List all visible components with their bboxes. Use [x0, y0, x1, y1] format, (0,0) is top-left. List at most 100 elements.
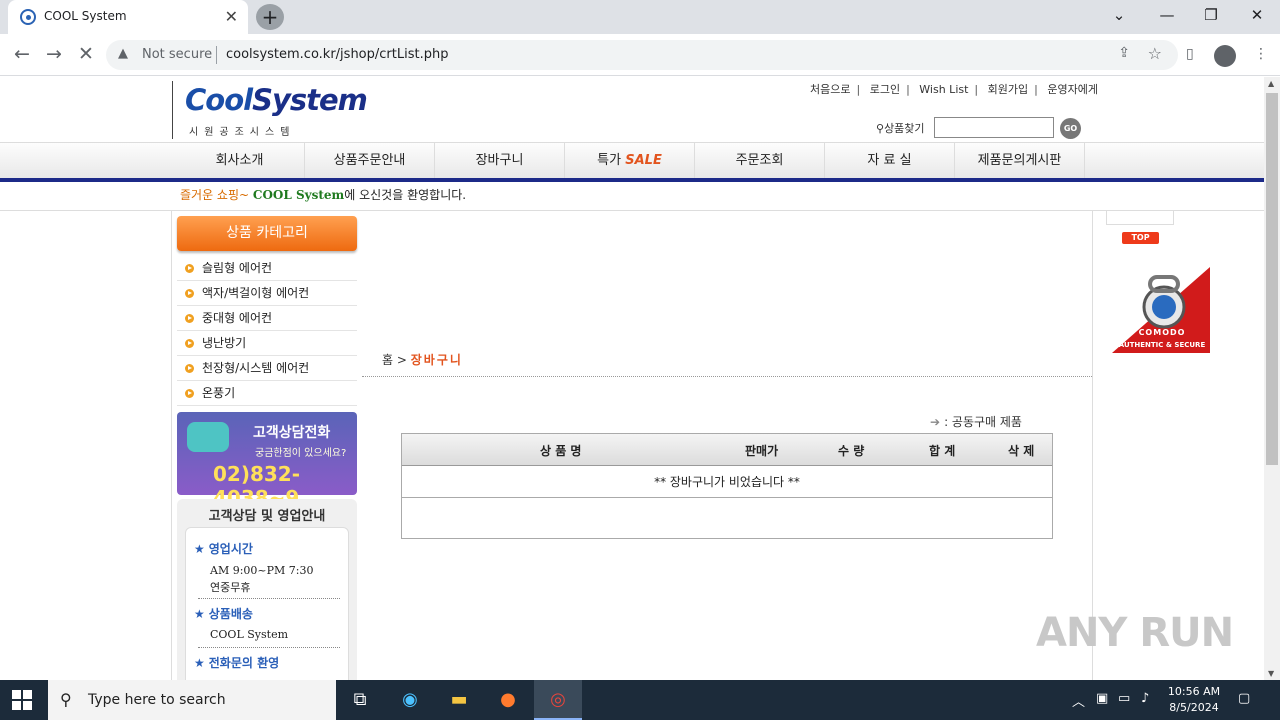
notifications-icon[interactable]: ▢: [1238, 691, 1250, 706]
nav-order-lookup[interactable]: 주문조회: [695, 143, 825, 178]
top-links: 처음으로 | 로그인 | Wish List | 회원가입 | 운영자에게: [810, 83, 1098, 96]
top-button[interactable]: TOP: [1122, 232, 1159, 244]
side-panel-icon[interactable]: ▯: [1186, 46, 1194, 62]
battery-icon[interactable]: ▭: [1118, 691, 1130, 706]
telephone-icon: [187, 422, 229, 452]
site-logo[interactable]: CoolSystem 시원공조시스템: [172, 81, 368, 139]
browser-tab[interactable]: COOL System ✕: [8, 0, 248, 34]
star-icon: ★: [194, 607, 205, 621]
breadcrumb: 홈 > 장바구니: [382, 351, 463, 368]
stop-loading-button[interactable]: ✕: [73, 43, 99, 65]
delivery-label: ★ 상품배송: [194, 607, 253, 621]
link-join[interactable]: 회원가입: [988, 83, 1028, 96]
firefox-icon[interactable]: ●: [484, 680, 532, 720]
link-home[interactable]: 처음으로: [810, 83, 850, 96]
bullet-icon: [185, 364, 194, 373]
browser-toolbar: ← → ✕ ▲ Not secure coolsystem.co.kr/jsho…: [0, 34, 1280, 76]
windows-taskbar: ⚲ Type here to search ⧉ ◉ ▬ ● ◎ ︿ ▣ ▭ ♪ …: [0, 680, 1280, 720]
profile-avatar-icon[interactable]: [1214, 45, 1236, 67]
bullet-icon: [185, 339, 194, 348]
file-explorer-icon[interactable]: ▬: [435, 680, 483, 720]
scroll-up-icon[interactable]: ▲: [1268, 79, 1274, 88]
logo-subtitle: 시원공조시스템: [189, 127, 296, 138]
category-item[interactable]: 슬림형 에어컨: [177, 256, 357, 281]
close-window-button[interactable]: ✕: [1242, 6, 1272, 24]
back-button[interactable]: ←: [9, 43, 35, 65]
volume-icon[interactable]: ♪: [1141, 691, 1149, 706]
group-buy-legend: ➔: 공동구매 제품: [930, 415, 1022, 429]
chrome-icon[interactable]: ◎: [534, 680, 582, 720]
customer-phone-banner[interactable]: 고객상담전화 궁금한점이 있으세요? 02)832-4038~9: [177, 412, 357, 510]
search-icon: ⚲: [876, 122, 885, 135]
bullet-icon: [185, 289, 194, 298]
nav-sale[interactable]: 특가 SALE: [565, 143, 695, 178]
nav-order-guide[interactable]: 상품주문안내: [305, 143, 435, 178]
badge-text: AUTHENTIC & SECURE: [1119, 341, 1206, 349]
nav-company[interactable]: 회사소개: [175, 143, 305, 178]
info-panel: ★ 영업시간 AM 9:00~PM 7:30 연중무휴 ★ 상품배송 COOL Sy…: [185, 527, 349, 680]
task-view-icon[interactable]: ⧉: [336, 680, 384, 720]
bookmark-star-icon[interactable]: ☆: [1148, 44, 1162, 63]
quick-menu-box: [1106, 211, 1174, 225]
forward-button[interactable]: →: [41, 43, 67, 65]
scroll-down-icon[interactable]: ▼: [1268, 669, 1274, 678]
hours-note: 연중무휴: [210, 581, 251, 594]
divider: [0, 210, 1264, 211]
empty-cart-message: ** 장바구니가 비었습니다 **: [402, 467, 1052, 498]
category-item[interactable]: 온풍기: [177, 381, 357, 406]
security-label[interactable]: Not secure: [142, 47, 212, 62]
taskbar-clock[interactable]: 10:56 AM 8/5/2024: [1164, 684, 1224, 716]
new-tab-button[interactable]: +: [256, 4, 284, 30]
page-scrollbar[interactable]: ▲ ▼: [1264, 77, 1280, 680]
link-login[interactable]: 로그인: [870, 83, 900, 96]
category-item[interactable]: 냉난방기: [177, 331, 357, 356]
tab-search-icon[interactable]: ⌄: [1104, 6, 1134, 24]
edge-icon[interactable]: ◉: [386, 680, 434, 720]
arrow-right-icon: ➔: [930, 415, 941, 429]
logo-brand: CoolSystem: [185, 83, 368, 117]
network-icon[interactable]: ▣: [1096, 691, 1108, 706]
maximize-button[interactable]: ❐: [1196, 6, 1226, 24]
menu-icon[interactable]: ⋮: [1254, 46, 1268, 62]
scrollbar-thumb[interactable]: [1266, 93, 1278, 465]
nav-library[interactable]: 자 료 실: [825, 143, 955, 178]
address-bar[interactable]: ▲ Not secure coolsystem.co.kr/jshop/crtL…: [106, 40, 1178, 70]
nav-product-board[interactable]: 제품문의게시판: [955, 143, 1085, 178]
category-title: 상품 카테고리: [177, 216, 357, 251]
link-wishlist[interactable]: Wish List: [919, 83, 968, 96]
star-icon: ★: [194, 542, 205, 556]
start-button[interactable]: [12, 690, 32, 710]
search-input[interactable]: [934, 117, 1054, 138]
category-item[interactable]: 천장형/시스템 에어컨: [177, 356, 357, 381]
star-icon: ★: [194, 656, 205, 670]
share-icon[interactable]: ⇪: [1118, 45, 1130, 61]
category-item[interactable]: 액자/벽걸이형 에어컨: [177, 281, 357, 306]
anyrun-watermark: ANY RUN: [1036, 610, 1234, 656]
clock-date: 8/5/2024: [1169, 701, 1219, 714]
search-icon: ⚲: [60, 690, 72, 709]
comodo-secure-badge[interactable]: COMODO AUTHENTIC & SECURE: [1112, 267, 1210, 353]
url-text[interactable]: coolsystem.co.kr/jshop/crtList.php: [226, 47, 448, 62]
breadcrumb-home[interactable]: 홈 >: [382, 353, 407, 367]
search-label: ⚲상품찾기: [876, 122, 925, 135]
divider: [171, 211, 172, 680]
col-total: 합 계: [929, 444, 956, 458]
browser-tab-bar: COOL System ✕ + ⌄ — ❐ ✕: [0, 0, 1280, 34]
minimize-button[interactable]: —: [1152, 6, 1182, 24]
category-item[interactable]: 중대형 에어컨: [177, 306, 357, 331]
breadcrumb-current: 장바구니: [410, 353, 463, 367]
site-favicon-icon: [20, 9, 36, 25]
delivery-text: COOL System: [210, 628, 289, 641]
warning-icon[interactable]: ▲: [118, 46, 128, 61]
link-contact-admin[interactable]: 운영자에게: [1047, 83, 1098, 96]
col-quantity: 수 량: [838, 444, 865, 458]
nav-cart[interactable]: 장바구니: [435, 143, 565, 178]
bullet-icon: [185, 314, 194, 323]
tray-overflow-icon[interactable]: ︿: [1072, 691, 1085, 710]
taskbar-search[interactable]: ⚲ Type here to search: [48, 680, 336, 720]
close-tab-icon[interactable]: ✕: [225, 7, 238, 26]
phone-inquiry-label: ★ 전화문의 환영: [194, 656, 280, 670]
nav-underline: [0, 178, 1264, 182]
badge-brand: COMODO: [1139, 328, 1186, 337]
search-go-button[interactable]: GO: [1060, 118, 1081, 139]
